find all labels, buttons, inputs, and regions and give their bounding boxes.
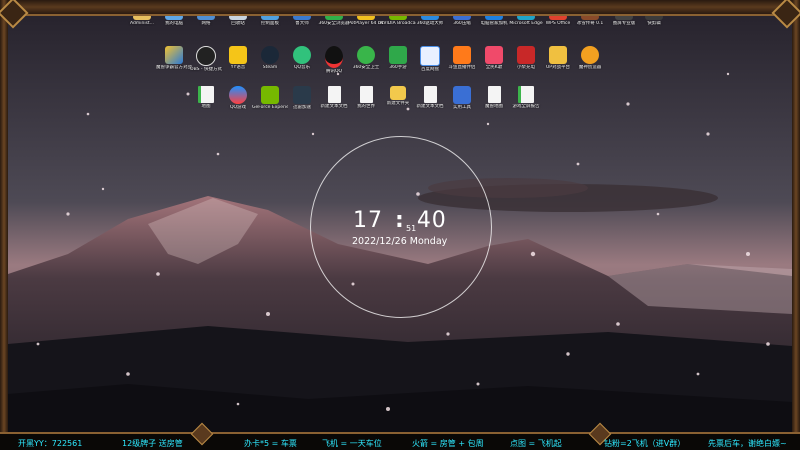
- desktop-icon-karaoke[interactable]: 全民K歌: [476, 46, 512, 70]
- ticker-item-map: 点图 = 飞机起: [510, 439, 562, 448]
- document-icon: [327, 86, 341, 103]
- charging-icon: [517, 46, 535, 64]
- desktop-icon-report[interactable]: 游戏全屏报告: [508, 86, 544, 109]
- document-icon: [359, 86, 373, 103]
- desktop-icon-qq-game[interactable]: QQ游戏: [220, 86, 256, 110]
- desktop-icon-qq[interactable]: 腾讯QQ: [316, 46, 352, 74]
- desktop-icon-text-doc-2[interactable]: 新建文本文档: [412, 86, 448, 109]
- stream-info-ticker: 开黑YY：722561 12级牌子 送房管 办卡*5 = 车票 飞机 = 一天车…: [0, 422, 800, 450]
- geforce-icon: [261, 86, 279, 104]
- desktop-icon-360-games[interactable]: 360手游: [380, 46, 416, 70]
- 360-security-icon: [357, 46, 375, 64]
- document-icon: [487, 86, 501, 103]
- clock-minutes: 40: [416, 208, 447, 233]
- desktop-icon-steam[interactable]: Steam: [252, 46, 288, 70]
- desktop-icon-warcraft-platform[interactable]: 魔兽争霸官方对战平台: [156, 46, 192, 70]
- douyu-icon: [453, 46, 471, 64]
- qq-game-icon: [229, 86, 247, 104]
- clock-hours: 17: [353, 208, 383, 233]
- ticker-item-notice: 先票后车，谢绝白嫖~: [708, 439, 787, 448]
- karaoke-icon: [485, 46, 503, 64]
- steam-icon: [261, 46, 279, 64]
- desktop-icon-creator[interactable]: 魔神创造器: [572, 46, 608, 70]
- ornate-frame-left: [0, 0, 8, 432]
- folder-icon: [390, 86, 406, 100]
- clock-separator: :: [395, 208, 405, 233]
- desktop-icon-map[interactable]: 地图: [188, 86, 224, 109]
- ticker-item-yy: 开黑YY：722561: [18, 439, 83, 448]
- desktop-icon-xunlei[interactable]: 迅雷加速: [284, 86, 320, 110]
- tools-icon: [453, 86, 471, 104]
- desktop-icon-geforce[interactable]: GeForce Experience: [252, 86, 288, 110]
- desktop-icon-baidu-netdisk[interactable]: 百度网盘: [412, 46, 448, 72]
- desktop-icon-text-doc[interactable]: 新建文本文档: [316, 86, 352, 109]
- clock-date: 2022/12/26 Monday: [352, 236, 448, 247]
- desktop-icon-douyu[interactable]: 斗鱼直播伴侣: [444, 46, 480, 70]
- ornate-frame-top: [0, 0, 800, 16]
- desktop-icon-up-platform[interactable]: UP对战平台: [540, 46, 576, 70]
- shield-icon: [389, 46, 407, 64]
- xunlei-icon: [293, 86, 311, 104]
- qq-penguin-icon: [325, 46, 343, 68]
- desktop-icon-new-folder[interactable]: 新建文件夹: [380, 86, 416, 106]
- ticker-item-plane: 飞机 = 一天车位: [322, 439, 382, 448]
- clock-time: 17:40: [353, 208, 447, 233]
- ticker-item-fans: 钻粉=2飞机（进V群）: [604, 439, 686, 448]
- clock-seconds: 51: [406, 224, 417, 233]
- qq-music-icon: [293, 46, 311, 64]
- cloud-icon: [420, 46, 440, 66]
- yy-icon: [229, 46, 247, 64]
- desktop-icon-360-security[interactable]: 360安全卫士: [348, 46, 384, 70]
- document-icon: [198, 86, 214, 103]
- warcraft-icon: [165, 46, 183, 64]
- desktop-icon-qq-music[interactable]: QQ音乐: [284, 46, 320, 70]
- document-icon: [423, 86, 437, 103]
- up-platform-icon: [549, 46, 567, 64]
- obs-icon: [196, 46, 216, 66]
- ornate-frame-right: [792, 0, 800, 432]
- desktop-icon-obs[interactable]: OBS - 快捷方式: [188, 46, 224, 72]
- desktop-screen: Administ... 我的电脑 网络 回收站 控制面板 鲁大师 360安全浏览…: [0, 0, 800, 450]
- desktop-icon-charging[interactable]: 小柴充电: [508, 46, 544, 70]
- desktop-icon-yy[interactable]: YY语音: [220, 46, 256, 70]
- desktop-icon-tools[interactable]: 实用工具: [444, 86, 480, 110]
- ticker-item-rocket: 火箭 = 房管 + 包周: [412, 439, 484, 448]
- ticker-item-card: 办卡*5 = 车票: [244, 439, 297, 448]
- document-icon: [518, 86, 534, 103]
- ticker-item-badge: 12级牌子 送房管: [122, 439, 183, 448]
- desktop-icon-warcraft-map[interactable]: 魔兽地图: [476, 86, 512, 109]
- creator-icon: [581, 46, 599, 64]
- desktop-icon-minecraft[interactable]: 我的世界: [348, 86, 384, 109]
